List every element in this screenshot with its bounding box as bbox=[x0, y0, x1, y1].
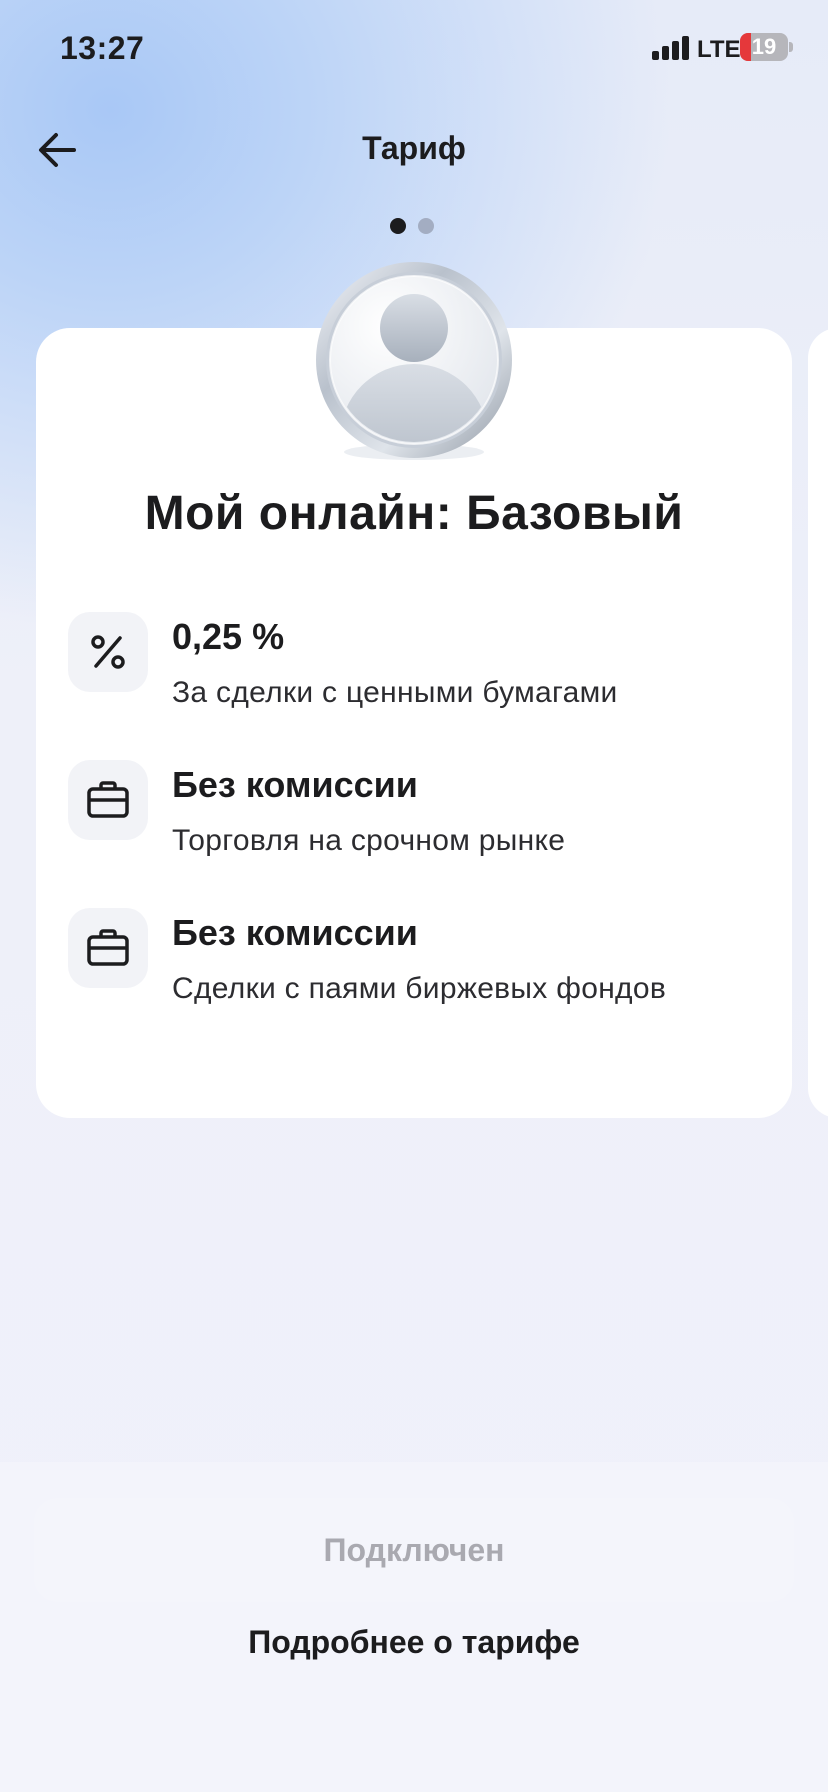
feature-item: Без комиссии Торговля на срочном рынке bbox=[68, 760, 768, 870]
bottom-action-panel: Подключен Подробнее о тарифе bbox=[0, 1462, 828, 1792]
feature-description: Торговля на срочном рынке bbox=[172, 824, 566, 857]
pager-dot-2[interactable] bbox=[418, 218, 434, 234]
battery-tip bbox=[789, 42, 793, 52]
feature-item: Без комиссии Сделки с паями биржевых фон… bbox=[68, 908, 768, 1018]
briefcase-icon bbox=[87, 781, 129, 818]
connected-button[interactable]: Подключен bbox=[34, 1498, 794, 1602]
cellular-signal-icon bbox=[652, 36, 690, 60]
user-avatar-icon bbox=[316, 262, 512, 460]
feature-icon-box bbox=[68, 908, 148, 988]
feature-description: Сделки с паями биржевых фондов bbox=[172, 972, 667, 1005]
briefcase-icon bbox=[87, 929, 129, 966]
pager-dot-1[interactable] bbox=[390, 218, 406, 234]
battery-icon: 19 bbox=[740, 33, 788, 61]
feature-icon-box bbox=[68, 760, 148, 840]
arrow-left-icon bbox=[39, 133, 76, 167]
next-tariff-card-peek[interactable] bbox=[808, 328, 828, 1118]
percent-icon bbox=[91, 635, 125, 669]
battery-level: 19 bbox=[751, 34, 777, 59]
network-type: LTE bbox=[697, 36, 741, 63]
feature-description: За сделки с ценными бумагами bbox=[172, 676, 618, 709]
tariff-details-link[interactable]: Подробнее о тарифе bbox=[114, 1624, 714, 1661]
feature-item: 0,25 % За сделки с ценными бумагами bbox=[68, 612, 768, 722]
status-bar: 13:27 LTE 19 bbox=[0, 0, 828, 100]
status-time: 13:27 bbox=[60, 30, 145, 66]
feature-title: 0,25 % bbox=[172, 616, 285, 657]
tariff-title: Мой онлайн: Базовый bbox=[144, 487, 684, 540]
feature-title: Без комиссии bbox=[172, 764, 418, 805]
feature-title: Без комиссии bbox=[172, 912, 418, 953]
page-title: Тариф bbox=[362, 130, 466, 166]
back-button[interactable] bbox=[30, 124, 86, 176]
feature-icon-box bbox=[68, 612, 148, 692]
